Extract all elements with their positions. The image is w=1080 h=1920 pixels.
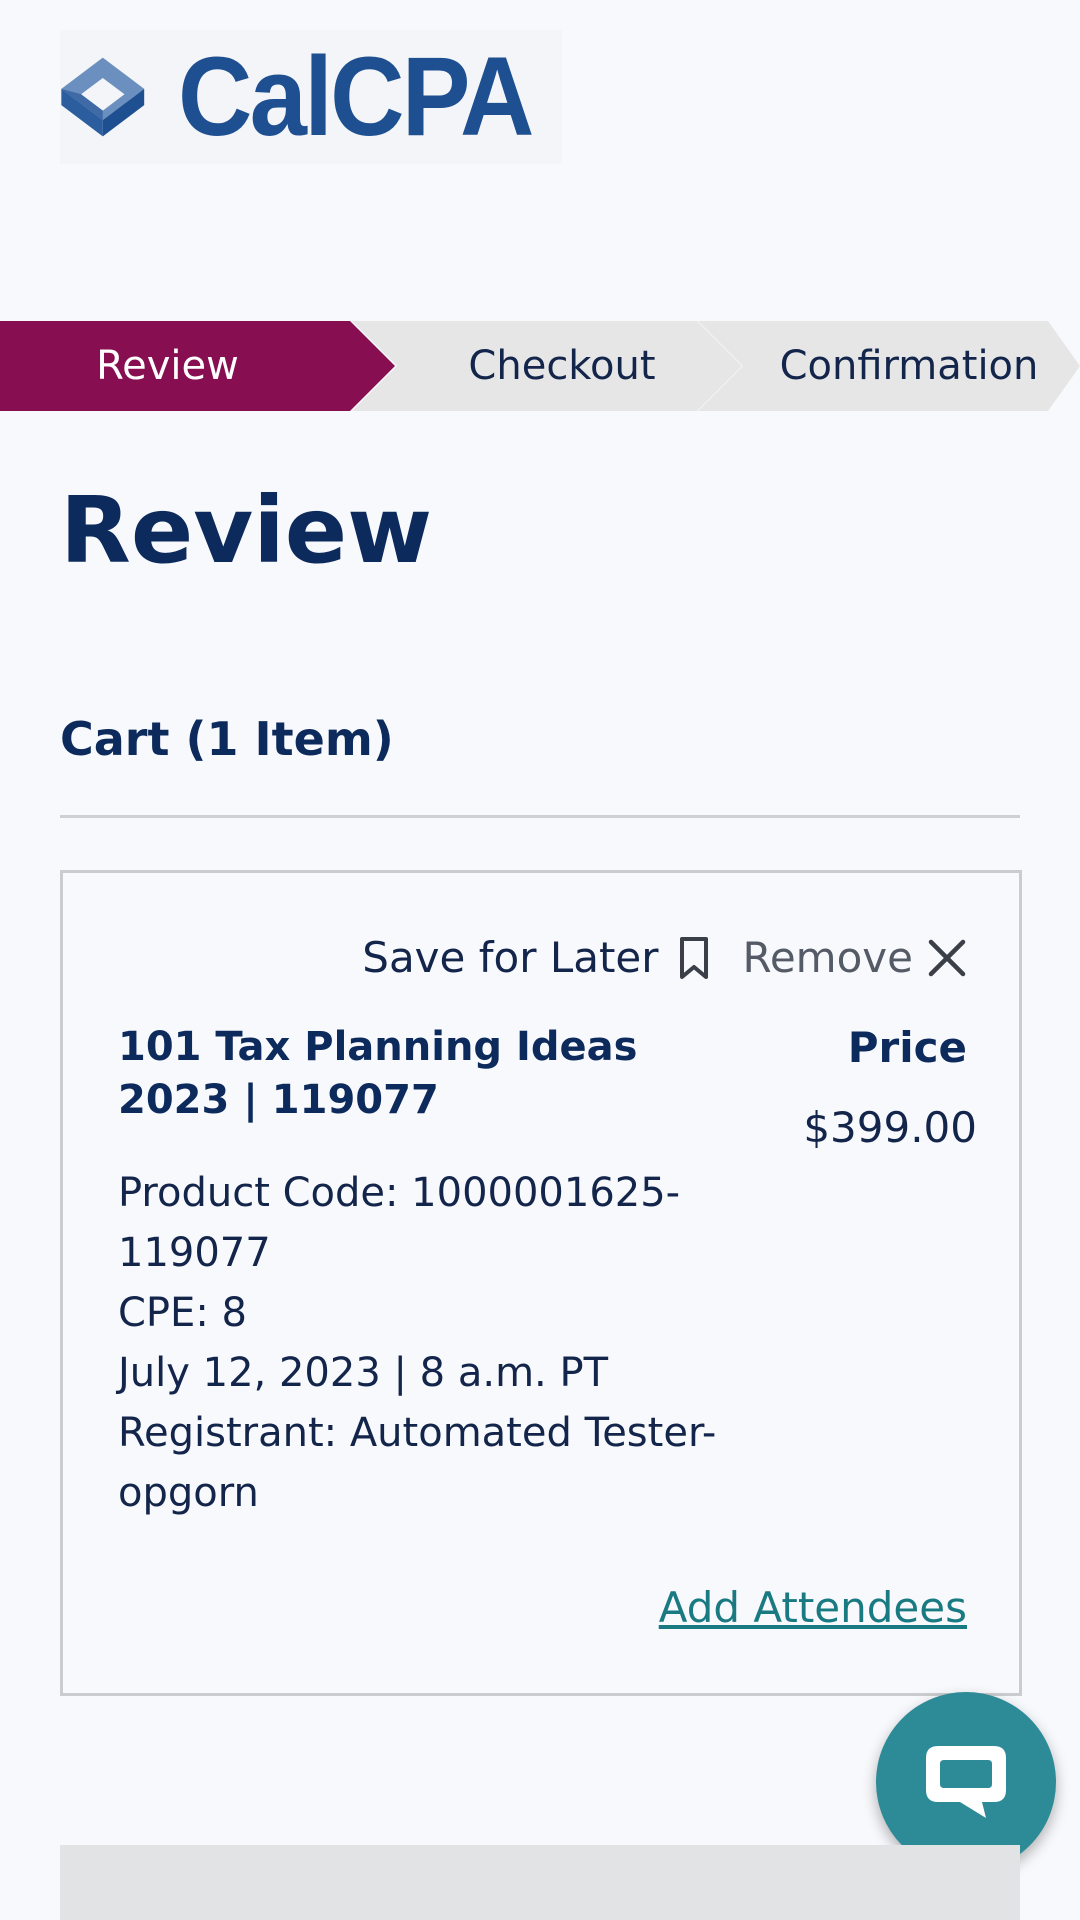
product-cpe: CPE: 8 (118, 1290, 247, 1336)
checkout-steps: Review Checkout Confirmation (0, 321, 1080, 411)
bookmark-icon (679, 936, 709, 980)
price-label: Price (847, 1023, 967, 1072)
step-confirmation[interactable]: Confirmation (698, 321, 1080, 411)
calcpa-logo[interactable]: CalCPA (60, 30, 562, 164)
product-title: 101 Tax Planning Ideas 2023 | 119077 (118, 1024, 638, 1123)
cart-item-actions: Save for Later Remove (362, 933, 967, 982)
page-title: Review (60, 477, 433, 584)
cart-heading: Cart (1 Item) (60, 712, 394, 766)
close-icon (927, 938, 967, 978)
product-details: Product Code: 1000001625-119077 CPE: 8 J… (118, 1163, 718, 1523)
divider (60, 815, 1020, 818)
price-value: $399.00 (803, 1103, 977, 1152)
remove-button[interactable]: Remove (743, 933, 967, 982)
save-for-later-button[interactable]: Save for Later (362, 933, 708, 982)
step-review[interactable]: Review (0, 321, 395, 411)
product-date: July 12, 2023 | 8 a.m. PT (118, 1350, 609, 1396)
step-checkout[interactable]: Checkout (352, 321, 742, 411)
calcpa-cube-logo-icon (61, 57, 145, 137)
order-summary-panel (60, 1845, 1020, 1920)
save-for-later-label: Save for Later (362, 933, 659, 982)
add-attendees-link[interactable]: Add Attendees (659, 1583, 967, 1632)
chat-bubble-icon (926, 1746, 1006, 1818)
cart-item-card: Save for Later Remove 101 Tax Planning I… (60, 870, 1022, 1696)
remove-label: Remove (742, 933, 913, 982)
logo-text: CalCPA (177, 34, 534, 159)
product-registrant: Registrant: Automated Tester-opgorn (118, 1410, 717, 1516)
product-code: Product Code: 1000001625-119077 (118, 1170, 681, 1276)
